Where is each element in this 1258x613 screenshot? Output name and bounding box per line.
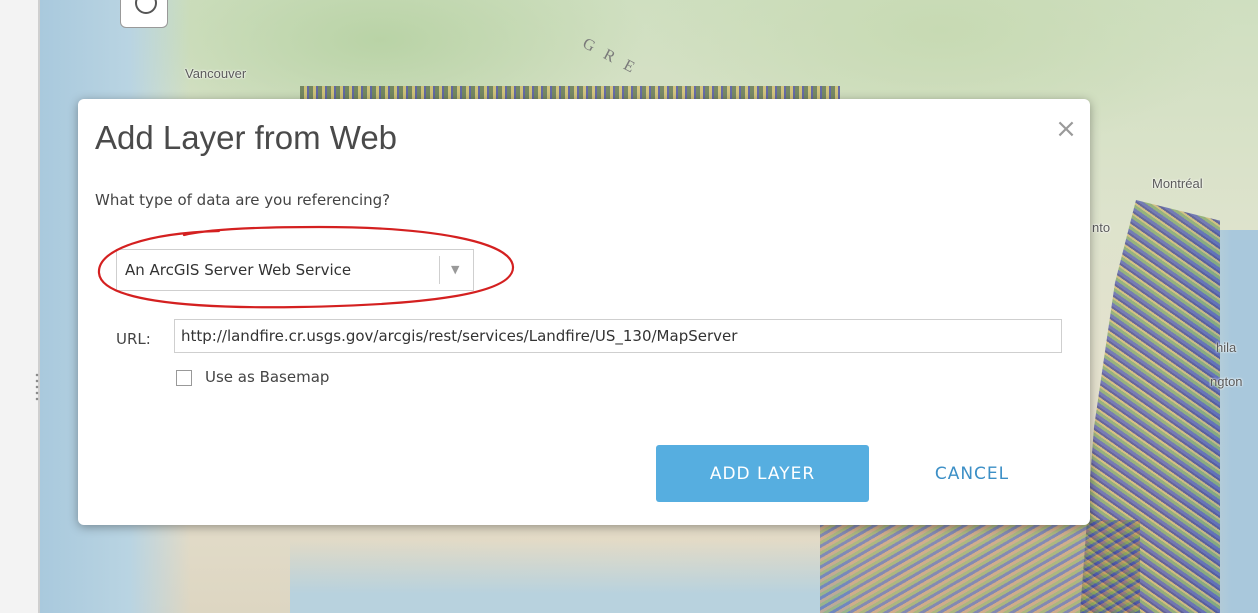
map-label-region: G R E bbox=[579, 34, 641, 79]
url-label: URL: bbox=[116, 330, 151, 348]
map-label-montreal: Montréal bbox=[1152, 176, 1203, 191]
use-as-basemap-label[interactable]: Use as Basemap bbox=[205, 368, 329, 386]
cancel-button[interactable]: CANCEL bbox=[893, 445, 1051, 502]
gulf-of-mexico bbox=[290, 540, 850, 613]
add-layer-dialog: Add Layer from Web × What type of data a… bbox=[78, 99, 1090, 525]
landfire-layer-south bbox=[820, 520, 1140, 613]
chevron-down-icon[interactable]: ▼ bbox=[451, 263, 459, 276]
select-divider bbox=[439, 256, 440, 284]
close-icon[interactable]: × bbox=[1054, 116, 1078, 142]
add-layer-button[interactable]: ADD LAYER bbox=[656, 445, 869, 502]
locate-icon bbox=[135, 0, 157, 14]
data-type-select[interactable]: An ArcGIS Server Web Service ▼ bbox=[116, 249, 474, 291]
map-label-toronto: nto bbox=[1092, 220, 1111, 235]
panel-resize-handle[interactable] bbox=[35, 372, 39, 402]
dialog-title: Add Layer from Web bbox=[95, 119, 398, 156]
left-panel-edge bbox=[0, 0, 40, 613]
data-type-selected: An ArcGIS Server Web Service bbox=[125, 261, 352, 279]
data-type-question: What type of data are you referencing? bbox=[95, 191, 391, 209]
map-label-washington: ngton bbox=[1210, 374, 1243, 389]
locate-button[interactable] bbox=[120, 0, 168, 28]
url-input[interactable] bbox=[174, 319, 1062, 353]
map-label-vancouver: Vancouver bbox=[185, 66, 247, 81]
use-as-basemap-checkbox[interactable] bbox=[176, 370, 192, 386]
map-label-philadelphia: hila bbox=[1216, 340, 1237, 355]
